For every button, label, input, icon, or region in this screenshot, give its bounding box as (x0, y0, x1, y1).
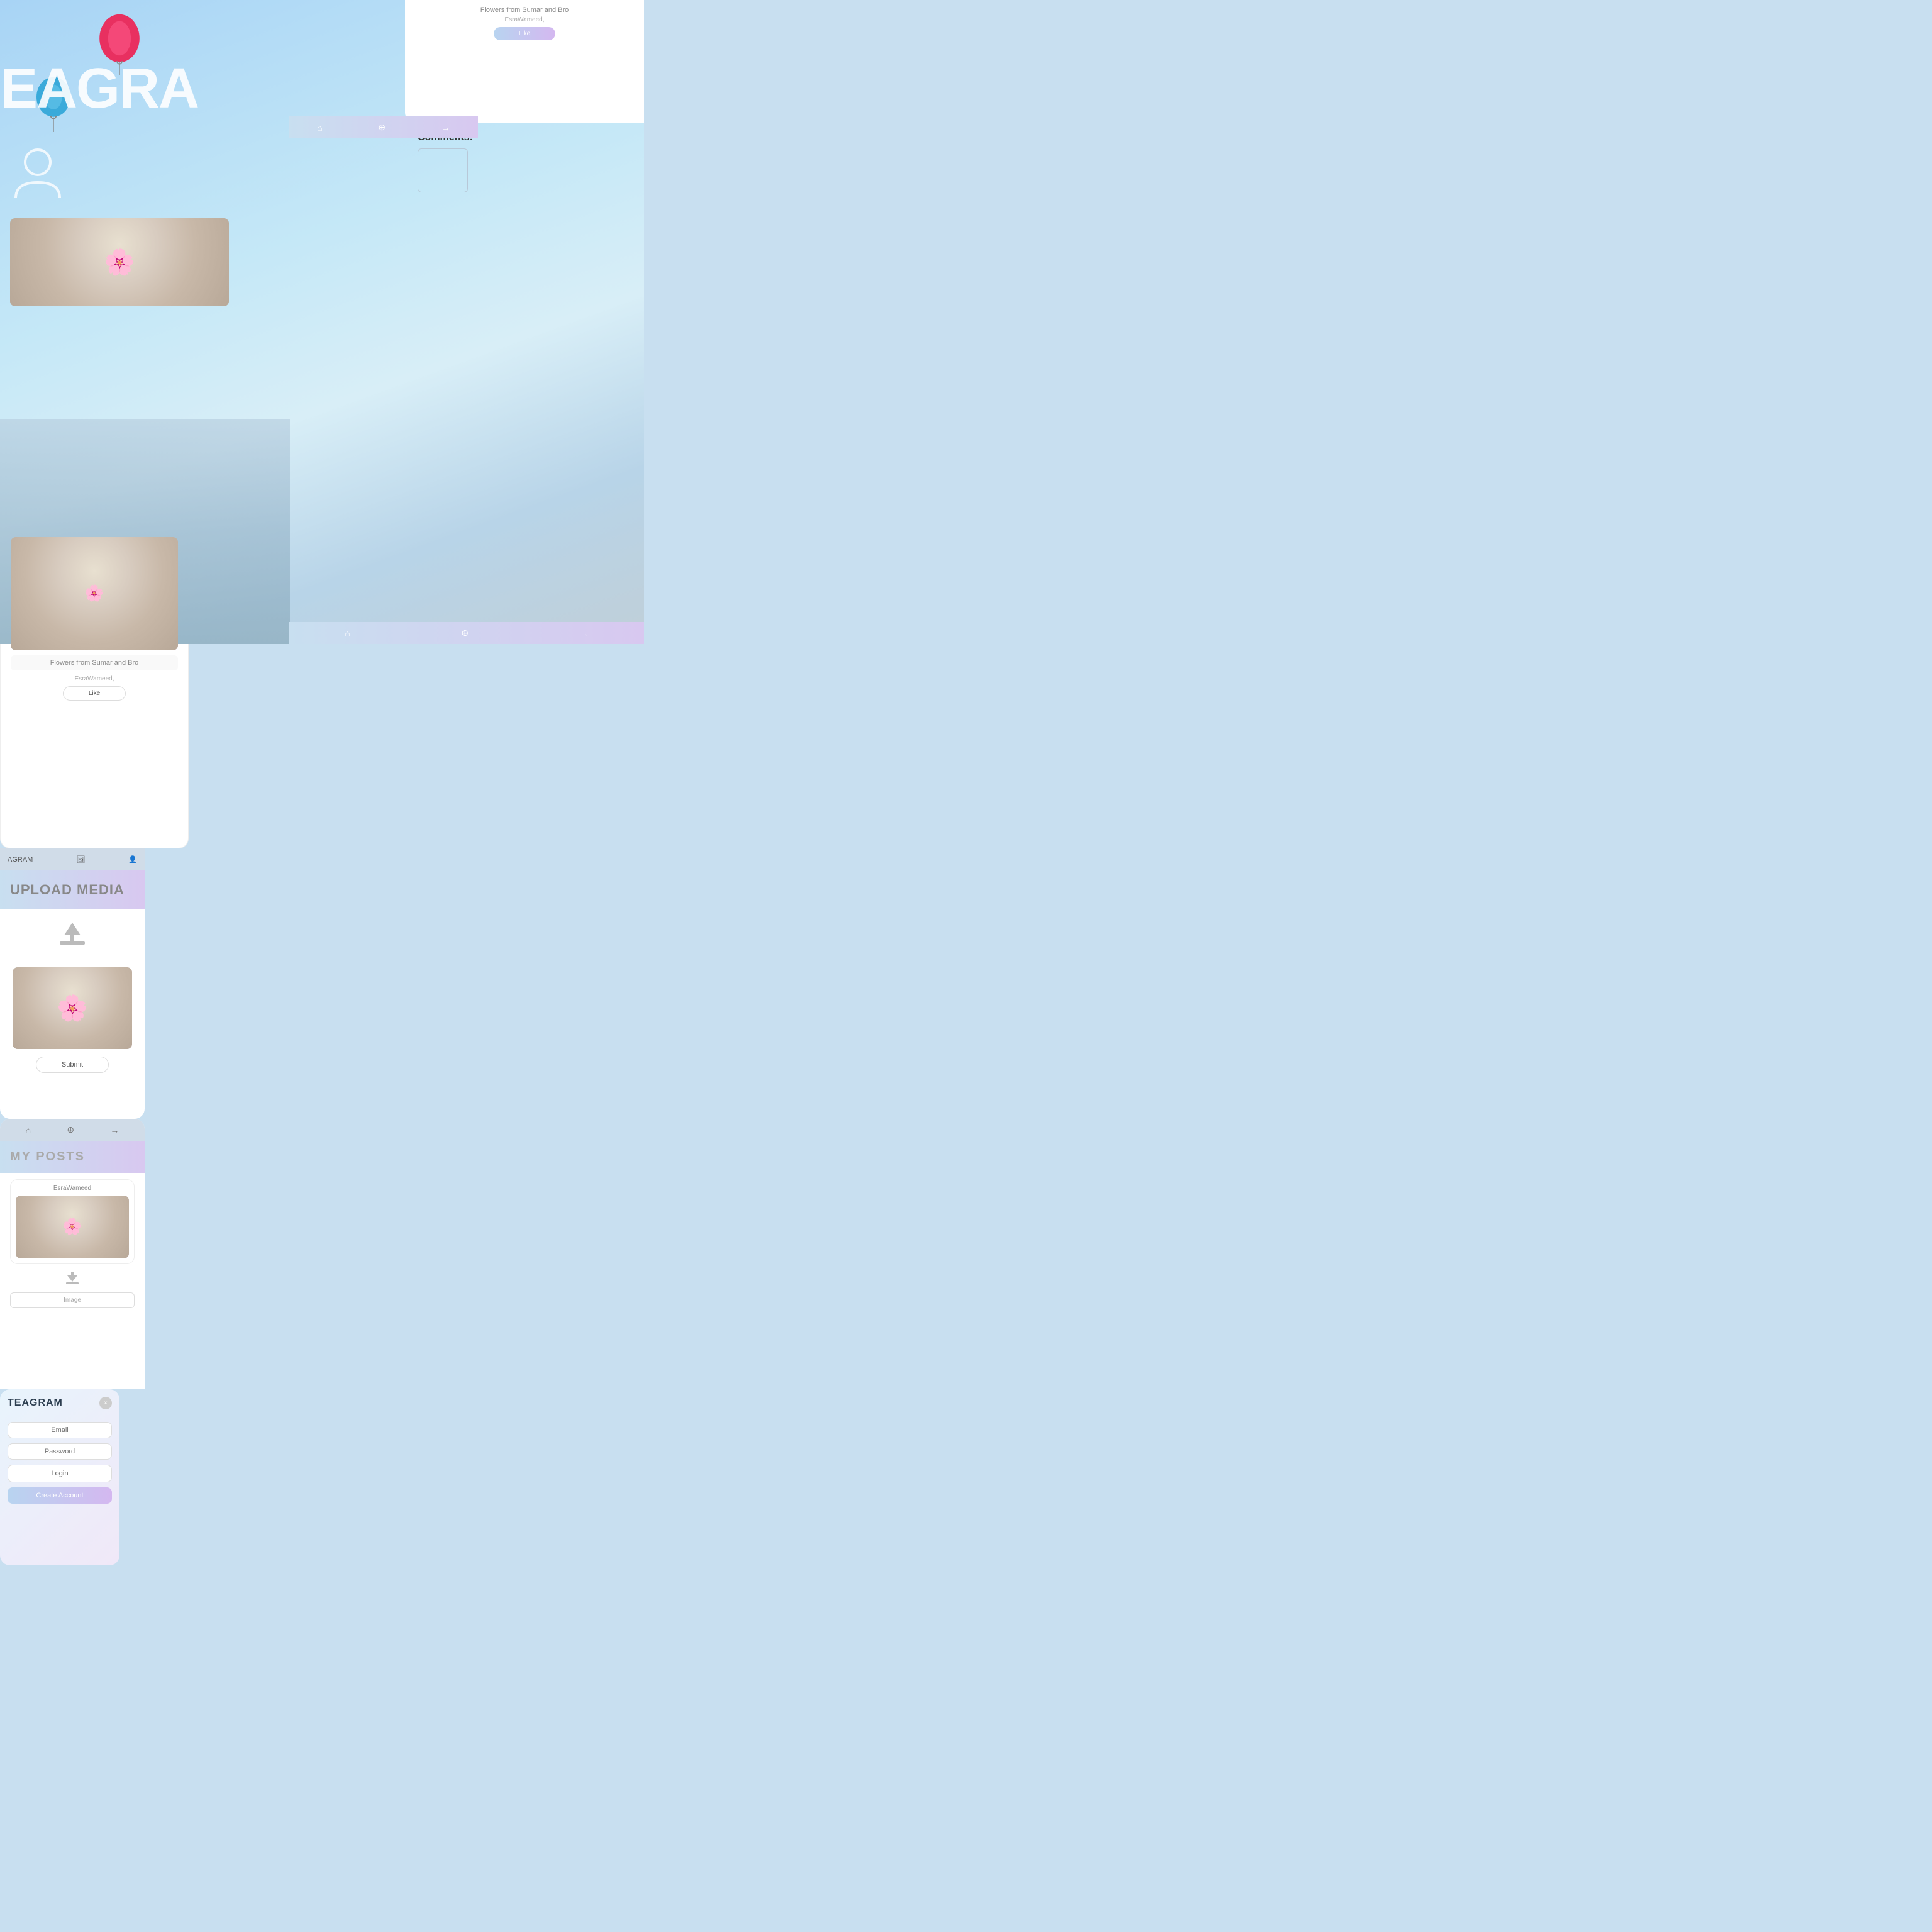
bottom-nav-bar: ⌂ ⊕ → (289, 622, 644, 644)
bottom-nav-forward-icon[interactable]: → (580, 628, 589, 638)
nav-profile-icon[interactable]: → (441, 123, 450, 133)
image-input-field[interactable]: Image (10, 1292, 135, 1308)
myposts-add-icon[interactable]: ⊕ (67, 1124, 74, 1135)
post-like-button[interactable]: Like (63, 686, 126, 701)
post-detail-caption: Flowers from Sumar and Bro (11, 655, 178, 670)
myposts-panel: ⌂ ⊕ → MY POSTS EsraWameed Image (0, 1119, 145, 1389)
login-header: TEAGRAM × (0, 1389, 119, 1417)
post-card-flower (16, 1196, 129, 1258)
email-input[interactable] (8, 1422, 112, 1438)
bottom-nav-home-icon[interactable]: ⌂ (345, 628, 350, 638)
upload-flower-image (13, 967, 132, 1049)
myposts-title: MY POSTS (10, 1150, 135, 1164)
create-account-button[interactable]: Create Account (8, 1487, 112, 1504)
myposts-header: ⌂ ⊕ → (0, 1119, 145, 1141)
close-button[interactable]: × (99, 1397, 112, 1409)
post-detail-panel: EsraWameed Flowers from Sumar and Bro Es… (0, 484, 189, 848)
feed-nav-bar: ⌂ ⊕ → (289, 116, 478, 138)
login-title: TEAGRAM (8, 1397, 63, 1409)
upload-header: AGRAM 🖼 👤 (0, 848, 145, 870)
submit-button[interactable]: Submit (36, 1057, 109, 1073)
nav-camera-icon[interactable]: ⊕ (378, 122, 386, 133)
myposts-title-bar: MY POSTS (0, 1141, 145, 1173)
comments-input-box[interactable] (418, 148, 468, 192)
bottom-nav-add-icon[interactable]: ⊕ (461, 628, 469, 638)
post-detail-username2: EsraWameed, (1, 675, 188, 682)
top-post-username: EsraWameed, (415, 16, 634, 23)
upload-image-preview (13, 967, 132, 1049)
flower-image (10, 218, 229, 306)
post-card-username: EsraWameed (16, 1185, 129, 1192)
logout-post-image (10, 218, 229, 306)
top-post-card: Flowers from Sumar and Bro EsraWameed, L… (405, 0, 644, 123)
user-icon-bg (13, 145, 63, 213)
post-flower-image (11, 537, 178, 650)
upload-title: UPLOAD MEDIA (10, 882, 135, 898)
top-post-caption: Flowers from Sumar and Bro (415, 6, 634, 14)
password-input[interactable] (8, 1443, 112, 1460)
upload-user-icon: 👤 (128, 855, 137, 863)
top-post-like-button[interactable]: Like (494, 27, 555, 40)
upload-img-icon: 🖼 (76, 855, 85, 863)
post-detail-image (11, 537, 178, 650)
download-icon (0, 1270, 145, 1289)
upload-title-bar: UPLOAD MEDIA (0, 870, 145, 909)
upload-icon-area[interactable] (0, 909, 145, 967)
upload-panel: AGRAM 🖼 👤 UPLOAD MEDIA Submit (0, 848, 145, 1119)
app-bg-text: EAGRA (0, 57, 198, 121)
login-panel: TEAGRAM × Login Create Account (0, 1389, 119, 1565)
login-form: Login Create Account (0, 1417, 119, 1509)
login-button[interactable]: Login (8, 1465, 112, 1482)
upload-header-text: AGRAM (8, 856, 33, 863)
nav-home-icon[interactable]: ⌂ (317, 123, 322, 133)
image-input-area: Image (0, 1292, 145, 1308)
upload-arrow-icon (57, 919, 88, 957)
post-card: EsraWameed (10, 1179, 135, 1264)
myposts-home-icon[interactable]: ⌂ (26, 1125, 31, 1135)
myposts-forward-icon[interactable]: → (110, 1125, 119, 1135)
post-card-image (16, 1196, 129, 1258)
